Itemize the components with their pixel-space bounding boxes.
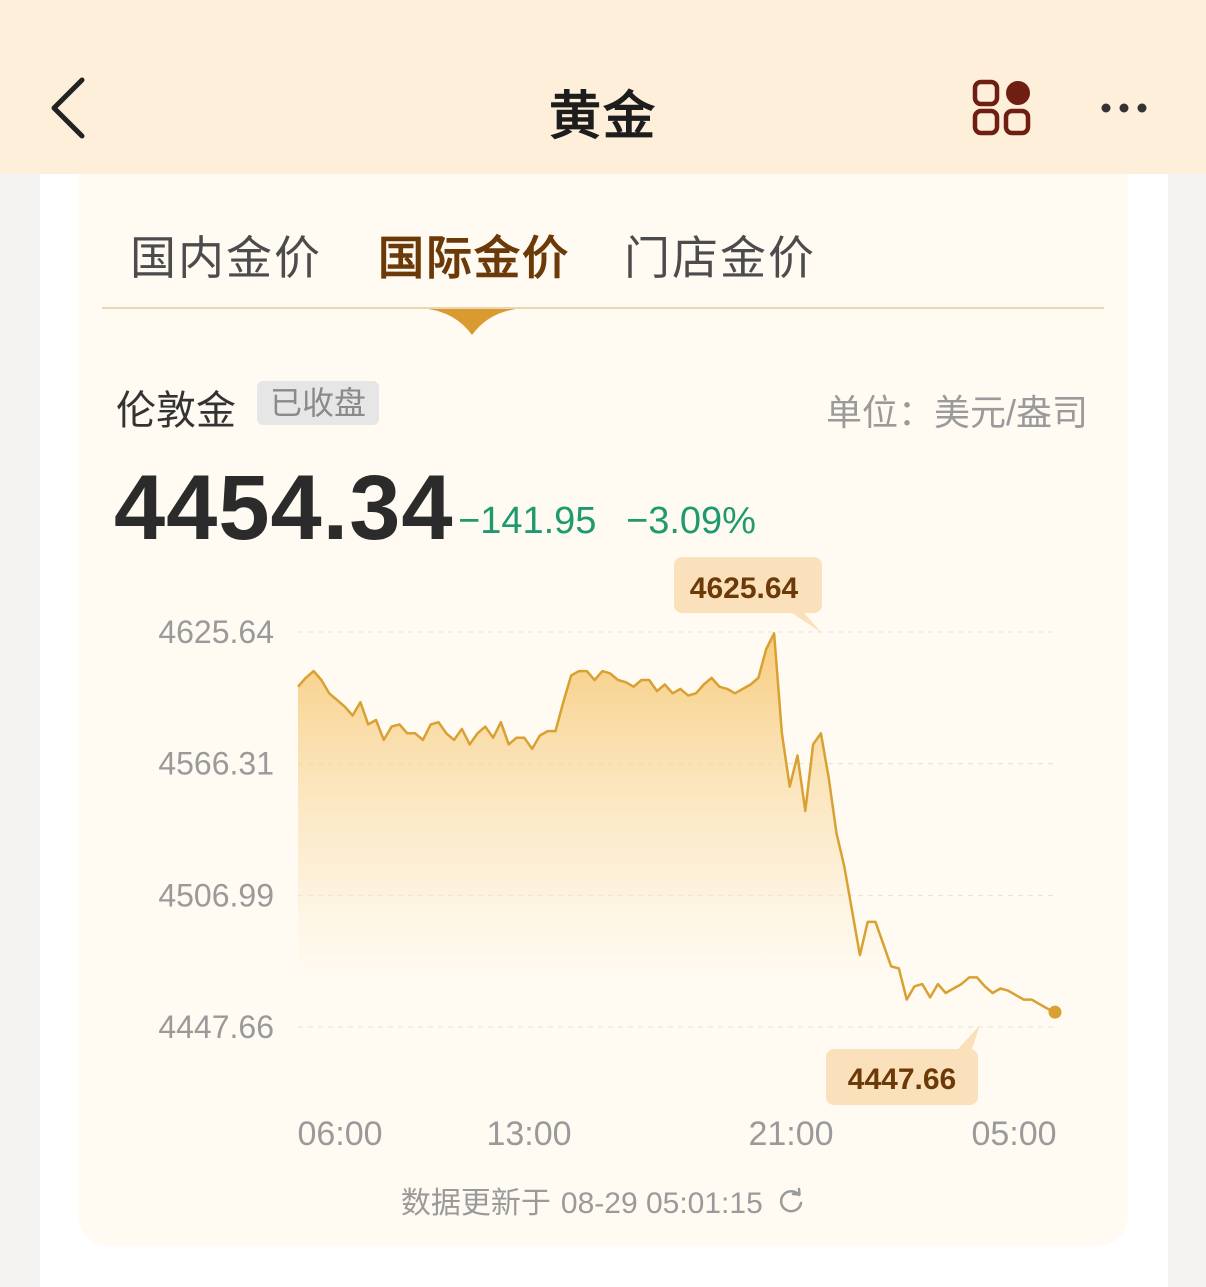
tab-indicator-icon (428, 309, 516, 335)
tab-international-gold[interactable]: 国际金价 (378, 222, 570, 288)
current-price: 4454.34 (114, 457, 454, 559)
tab-divider (102, 307, 1104, 309)
refresh-icon[interactable] (777, 1187, 805, 1223)
tab-domestic-gold[interactable]: 国内金价 (130, 222, 322, 288)
market-status-badge: 已收盘 (257, 381, 379, 425)
price-change: −141.95 (458, 500, 597, 542)
instrument-name: 伦敦金 (116, 389, 236, 433)
price-tabs: 国内金价 国际金价 门店金价 (0, 0, 1206, 335)
gold-price-card (78, 174, 1128, 1246)
update-info: 数据更新于 08-29 05:01:15 (0, 1178, 1206, 1223)
price-change-percent: −3.09% (626, 500, 756, 542)
update-time: 08-29 05:01:15 (560, 1187, 763, 1220)
tab-store-gold[interactable]: 门店金价 (624, 222, 816, 288)
update-label: 数据更新于 (400, 1187, 551, 1220)
price-unit: 单位：美元/盎司 (825, 392, 1088, 433)
